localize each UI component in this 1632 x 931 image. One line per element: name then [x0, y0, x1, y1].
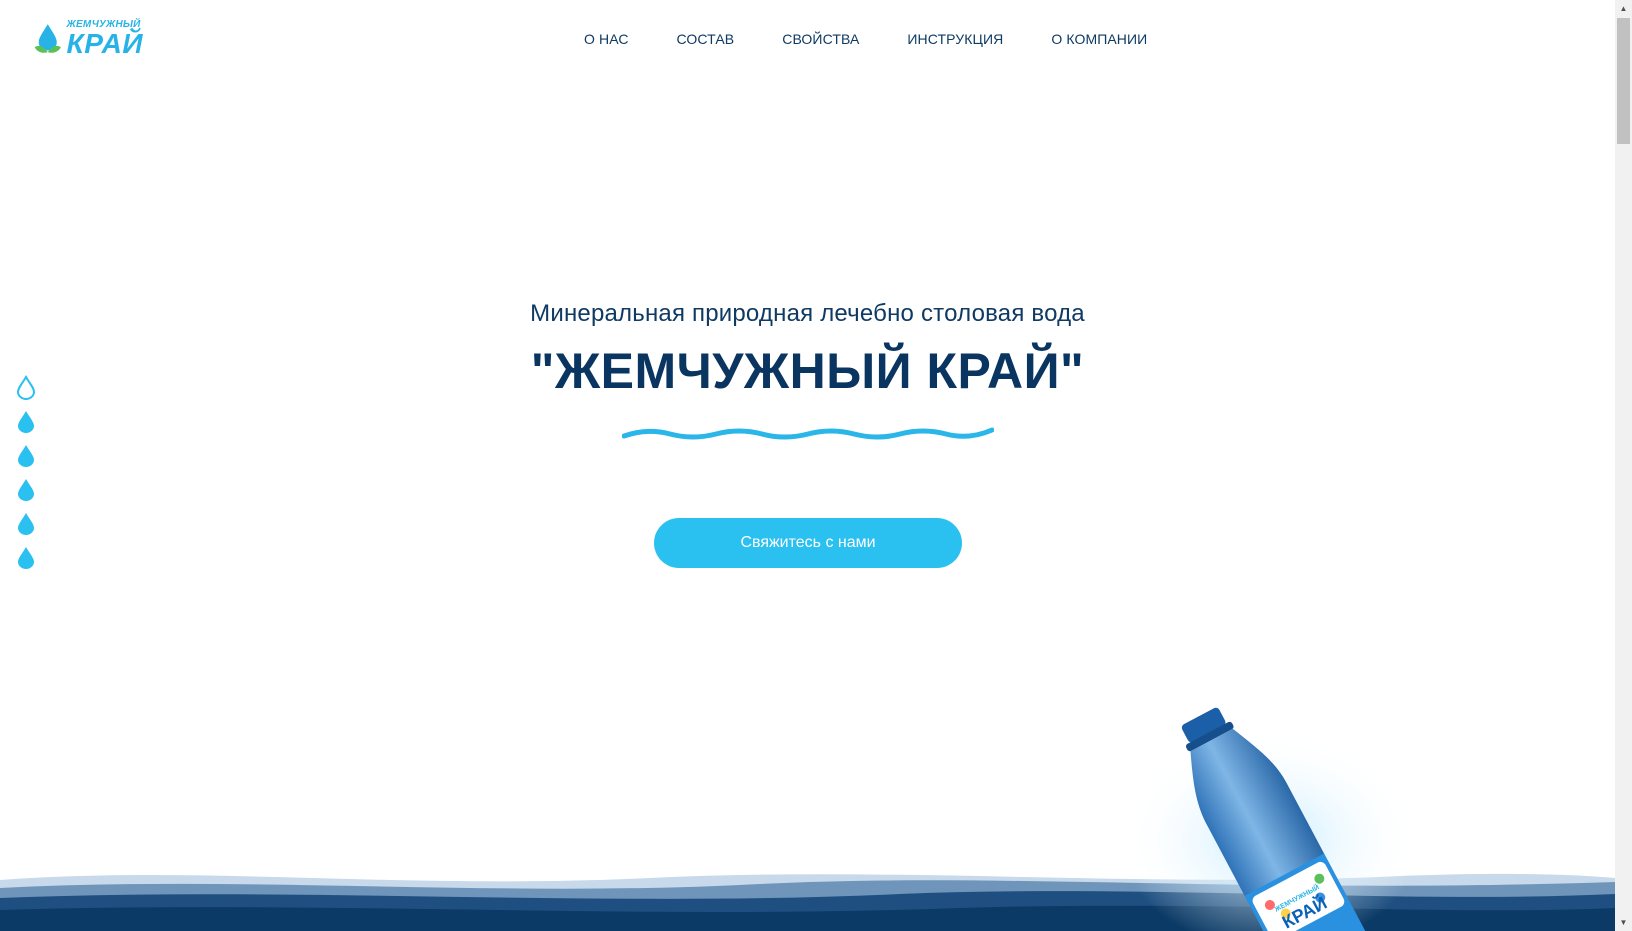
water-bottle-image: ЖЕМЧУЖНЫЙ КРАЙ	[1120, 707, 1420, 931]
page: ЖЕМЧУЖНЫЙ КРАЙ О НАС СОСТАВ СВОЙСТВА ИНС…	[0, 0, 1615, 931]
nav-link-composition[interactable]: СОСТАВ	[677, 31, 735, 47]
nav-link-instructions[interactable]: ИНСТРУКЦИЯ	[907, 31, 1003, 47]
nav-link-about[interactable]: О НАС	[584, 31, 629, 47]
hero-subtitle: Минеральная природная лечебно столовая в…	[530, 300, 1085, 327]
section-dots-nav	[16, 375, 36, 579]
nav-link-company[interactable]: О КОМПАНИИ	[1051, 31, 1147, 47]
main-nav: О НАС СОСТАВ СВОЙСТВА ИНСТРУКЦИЯ О КОМПА…	[584, 31, 1147, 47]
scroll-down-arrow-icon[interactable]: ▼	[1615, 914, 1632, 931]
hero-title: "ЖЕМЧУЖНЫЙ КРАЙ"	[530, 343, 1085, 399]
nav-link-properties[interactable]: СВОЙСТВА	[782, 31, 859, 47]
page-scrollbar[interactable]: ▲ ▼	[1615, 0, 1632, 931]
section-dot-6-icon[interactable]	[16, 545, 36, 571]
section-dot-1-icon[interactable]	[16, 375, 36, 401]
wave-divider	[622, 427, 994, 440]
section-dot-5-icon[interactable]	[16, 511, 36, 537]
section-dot-2-icon[interactable]	[16, 409, 36, 435]
scroll-thumb[interactable]	[1617, 18, 1630, 144]
scroll-up-arrow-icon[interactable]: ▲	[1615, 0, 1632, 17]
section-dot-4-icon[interactable]	[16, 477, 36, 503]
contact-us-button[interactable]: Свяжитесь с нами	[654, 518, 962, 568]
logo-text-big: КРАЙ	[66, 28, 143, 59]
brand-logo[interactable]: ЖЕМЧУЖНЫЙ КРАЙ	[33, 18, 143, 60]
section-dot-3-icon[interactable]	[16, 443, 36, 469]
water-drop-logo-icon	[34, 24, 61, 53]
